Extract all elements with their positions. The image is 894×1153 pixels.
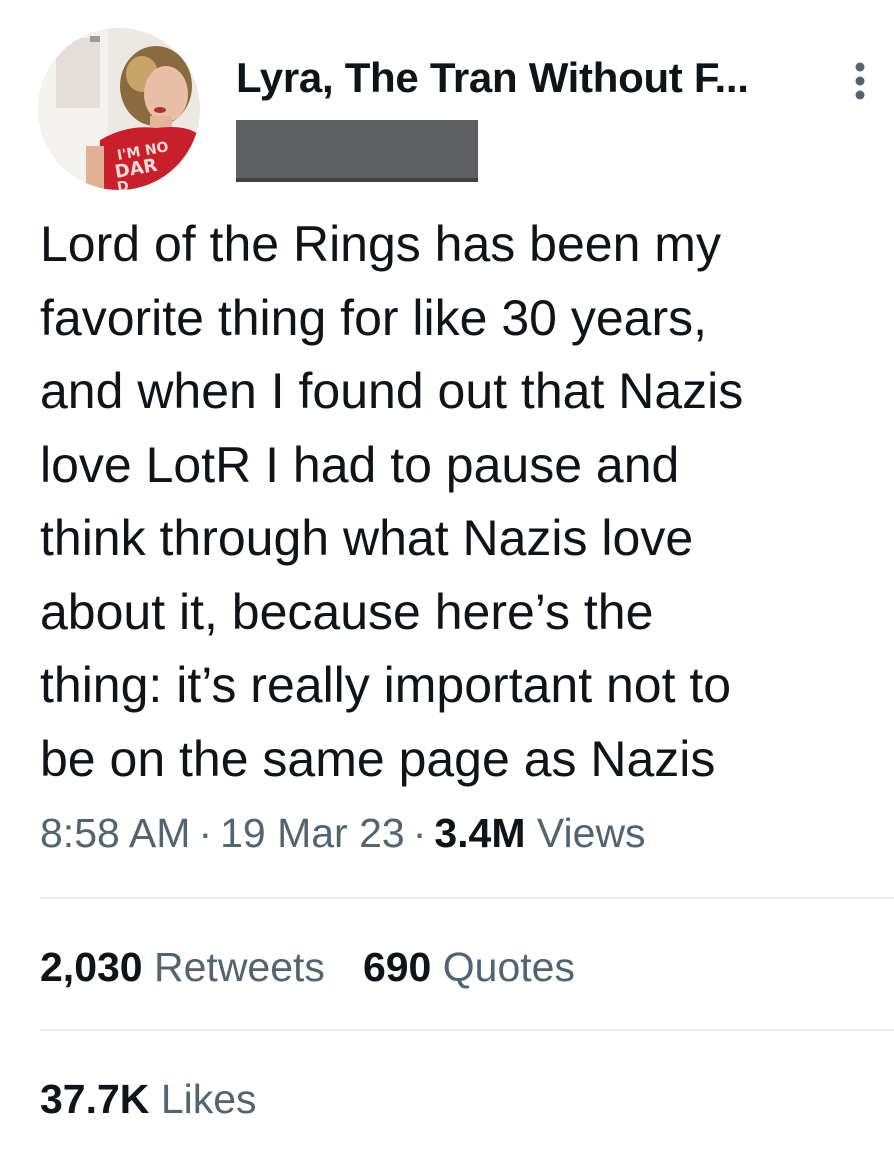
likes-count: 37.7K [40, 1076, 150, 1122]
quotes-label: Quotes [442, 944, 575, 990]
more-vertical-icon [855, 62, 865, 100]
tweet-time[interactable]: 8:58 AM [40, 810, 190, 856]
engagement-stats: 2,030 Retweets 690 Quotes [40, 944, 575, 991]
profile-photo: I'M NO DAR D [38, 28, 200, 190]
views-label: Views [536, 810, 646, 856]
meta-separator: · [412, 810, 427, 856]
tweet-meta: 8:58 AM · 19 Mar 23 · 3.4M Views [40, 810, 646, 857]
quotes-stat[interactable]: 690 Quotes [363, 944, 575, 990]
tweet: I'M NO DAR D Lyra, The Tran Without F...… [0, 0, 894, 1153]
likes-label: Likes [160, 1076, 257, 1122]
tweet-date[interactable]: 19 Mar 23 [220, 810, 405, 856]
retweets-stat[interactable]: 2,030 Retweets [40, 944, 325, 990]
likes-stat[interactable]: 37.7K Likes [40, 1076, 257, 1123]
author-display-name[interactable]: Lyra, The Tran Without F... [236, 54, 749, 102]
retweets-label: Retweets [154, 944, 325, 990]
divider [40, 897, 894, 899]
retweets-count: 2,030 [40, 944, 143, 990]
more-options-button[interactable] [846, 60, 874, 102]
quotes-count: 690 [362, 944, 432, 990]
tweet-text: Lord of the Rings has been my favorite t… [40, 216, 744, 787]
views-count: 3.4M [434, 810, 526, 856]
divider [40, 1029, 894, 1031]
meta-separator: · [198, 810, 213, 856]
avatar[interactable]: I'M NO DAR D [38, 28, 200, 190]
redacted-handle [236, 120, 478, 182]
